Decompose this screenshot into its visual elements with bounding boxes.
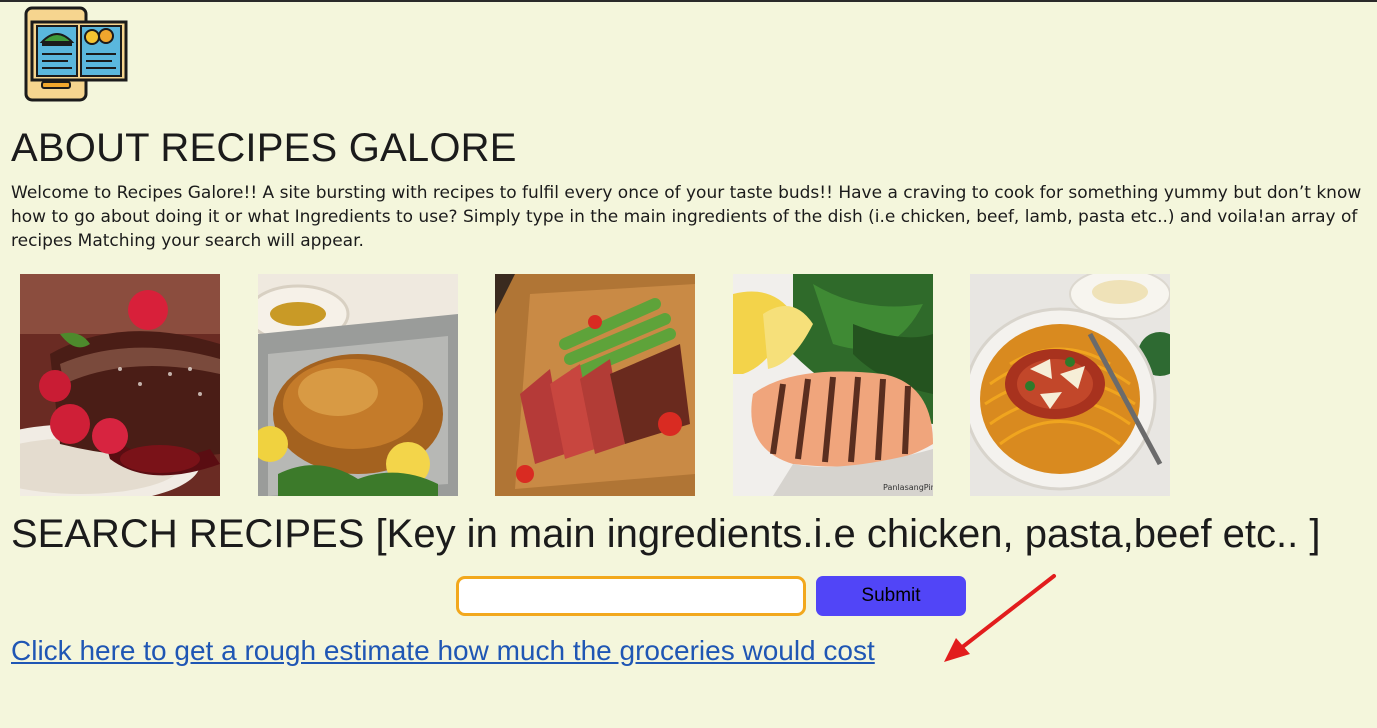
grilled-salmon-steak-image: PanlasangPinoy xyxy=(733,274,933,496)
red-arrow-icon xyxy=(944,574,1056,662)
about-intro-text: Welcome to Recipes Galore!! A site burst… xyxy=(11,181,1377,253)
recipe-book-logo-icon xyxy=(24,6,128,102)
watermark-text: PanlasangPinoy xyxy=(883,483,933,492)
ingredient-search-input[interactable] xyxy=(456,576,806,616)
intro-line: how to go about doing it or what Ingredi… xyxy=(11,207,1358,227)
spaghetti-bolognese-image xyxy=(970,274,1170,496)
search-recipes-title: SEARCH RECIPES [Key in main ingredients.… xyxy=(11,512,1321,556)
about-title: ABOUT RECIPES GALORE xyxy=(11,126,517,170)
chocolate-lava-cake-image xyxy=(20,274,220,496)
sliced-steak-image xyxy=(495,274,695,496)
roast-chicken-image xyxy=(258,274,458,496)
intro-line: recipes Matching your search will appear… xyxy=(11,231,364,251)
intro-line: Welcome to Recipes Galore!! A site burst… xyxy=(11,183,1362,203)
grocery-cost-estimate-link[interactable]: Click here to get a rough estimate how m… xyxy=(11,635,875,667)
